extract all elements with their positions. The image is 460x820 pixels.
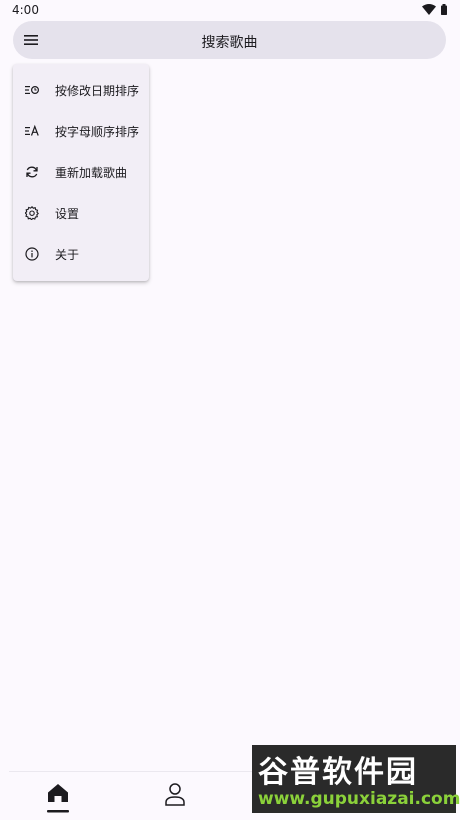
menu-item-label: 重新加载歌曲 [55, 166, 128, 180]
watermark-title: 谷普软件园 [258, 755, 418, 790]
menu-item-label: 关于 [55, 248, 80, 262]
gear-icon [25, 206, 39, 220]
sort-by-date-icon [25, 86, 39, 94]
refresh-icon [26, 166, 38, 178]
menu-item-label: 设置 [55, 207, 80, 221]
watermark-url: www.gupuxiazai.com [258, 789, 460, 809]
menu-item-sort-alphabetical[interactable]: 按字母顺序排序 [13, 111, 149, 152]
watermark: 谷普软件园 www.gupuxiazai.com [252, 745, 460, 813]
status-bar: 4:00 [0, 0, 460, 20]
battery-icon [441, 4, 447, 15]
menu-item-settings[interactable]: 设置 [13, 193, 149, 234]
nav-item-home[interactable] [43, 780, 73, 814]
info-icon [25, 247, 39, 261]
menu-item-sort-by-date[interactable]: 按修改日期排序 [13, 70, 149, 111]
sort-alphabetical-icon [25, 124, 39, 136]
menu-item-label: 按字母顺序排序 [55, 125, 140, 139]
search-label: 搜索歌曲 [201, 35, 258, 51]
search-bar[interactable]: 搜索歌曲 [13, 21, 446, 59]
person-icon [165, 783, 185, 806]
overflow-menu: 按修改日期排序 按字母顺序排序 重新加载歌曲 设置 关于 [13, 64, 149, 281]
nav-item-profile[interactable] [160, 780, 190, 814]
status-time: 4:00 [12, 3, 39, 17]
menu-item-about[interactable]: 关于 [13, 234, 149, 275]
menu-item-reload-songs[interactable]: 重新加载歌曲 [13, 152, 149, 193]
menu-item-label: 按修改日期排序 [55, 84, 140, 98]
home-icon [47, 784, 69, 813]
wifi-icon [422, 4, 436, 15]
